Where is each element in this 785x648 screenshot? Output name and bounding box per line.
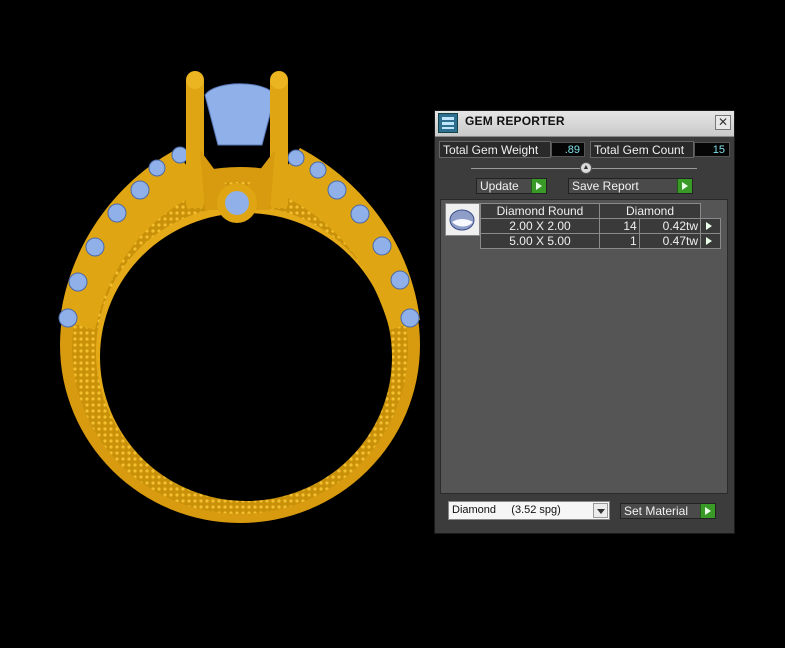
update-button-label: Update: [480, 179, 519, 193]
table-row[interactable]: 2.00 X 2.00 14 0.42tw: [480, 218, 721, 234]
title-bar[interactable]: GEM REPORTER ✕: [435, 111, 734, 137]
ring-render: [58, 71, 420, 523]
update-button[interactable]: Update: [476, 178, 547, 194]
header-spacer: [701, 204, 721, 219]
total-gem-weight-label: Total Gem Weight: [439, 141, 551, 158]
center-setting: [186, 71, 288, 223]
play-arrow-icon[interactable]: [531, 179, 546, 193]
set-material-button[interactable]: Set Material: [620, 503, 716, 519]
set-material-button-label: Set Material: [624, 504, 689, 518]
gem-table: Diamond Round Diamond 2.00 X 2.00 14 0.4…: [480, 203, 721, 249]
material-select-value: Diamond (3.52 spg): [452, 504, 561, 516]
total-gem-count-value: 15: [694, 142, 730, 157]
table-row[interactable]: 5.00 X 5.00 1 0.47tw: [480, 233, 721, 249]
save-report-button[interactable]: Save Report: [568, 178, 693, 194]
gem-reporter-icon: [438, 113, 458, 133]
row-weight: 0.47tw: [638, 233, 702, 249]
chevron-down-icon[interactable]: [593, 503, 608, 518]
total-gem-count-label: Total Gem Count: [590, 141, 694, 158]
play-arrow-icon[interactable]: [700, 504, 715, 518]
row-count: 1: [599, 233, 640, 249]
column-header-material: Diamond: [599, 203, 701, 219]
material-select[interactable]: Diamond (3.52 spg): [448, 501, 610, 520]
play-arrow-icon[interactable]: [677, 179, 692, 193]
diamond-thumbnail-icon[interactable]: [445, 203, 480, 236]
row-weight: 0.42tw: [638, 218, 702, 234]
row-size: 5.00 X 5.00: [480, 233, 600, 249]
row-size: 2.00 X 2.00: [480, 218, 600, 234]
3d-viewport[interactable]: [0, 0, 430, 643]
save-report-button-label: Save Report: [572, 179, 639, 193]
row-play-icon[interactable]: [700, 233, 721, 249]
total-gem-weight-value: .89: [551, 142, 585, 157]
gem-reporter-panel: GEM REPORTER ✕ Total Gem Weight .89 Tota…: [434, 110, 735, 534]
table-header-row: Diamond Round Diamond: [480, 203, 721, 219]
close-icon[interactable]: ✕: [715, 115, 731, 130]
row-count: 14: [599, 218, 640, 234]
column-header-shape: Diamond Round: [480, 203, 600, 219]
row-play-icon[interactable]: [700, 218, 721, 234]
window-title: GEM REPORTER: [465, 114, 565, 128]
slider-knob-icon[interactable]: ▲: [580, 162, 592, 174]
